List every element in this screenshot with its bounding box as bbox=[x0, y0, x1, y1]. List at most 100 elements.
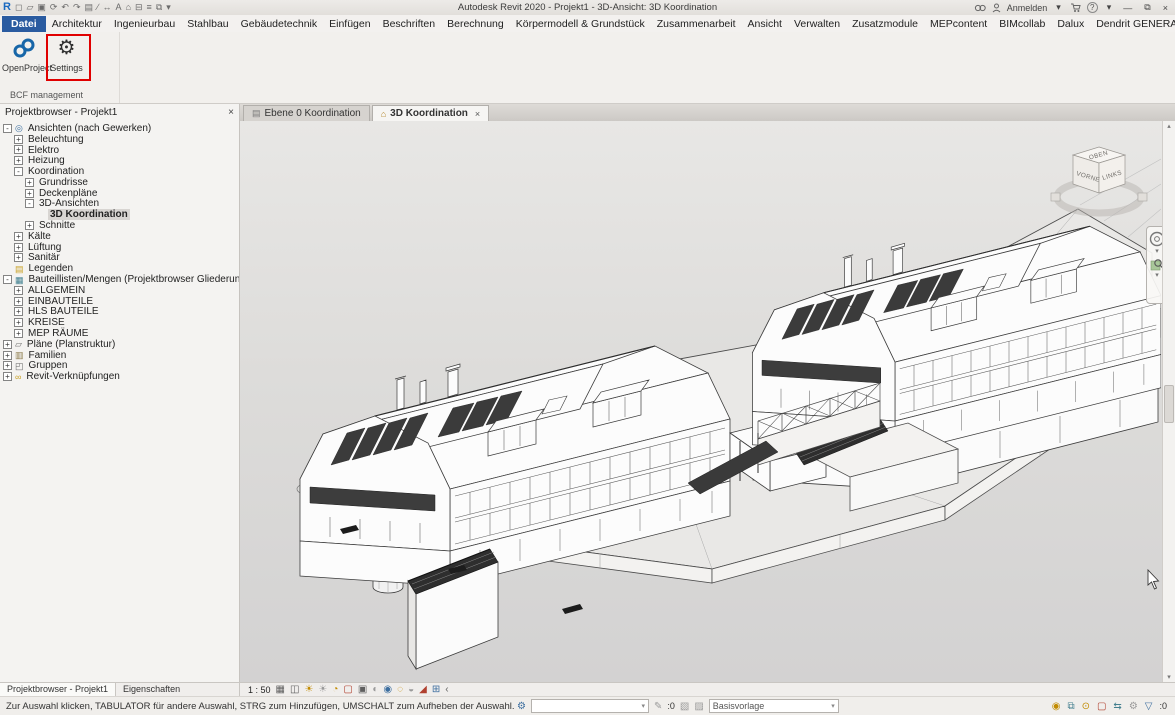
tree-item-schnitte[interactable]: +Schnitte bbox=[0, 220, 239, 231]
tab-zusatzmodule[interactable]: Zusatzmodule bbox=[846, 16, 924, 32]
tree-item-sanitaer[interactable]: +Sanitär bbox=[0, 253, 239, 264]
text-icon[interactable]: A bbox=[116, 0, 122, 15]
wheel-options-caret[interactable]: ▾ bbox=[1155, 249, 1159, 255]
sign-in-caret[interactable]: ▾ bbox=[1053, 2, 1064, 13]
expand-toggle[interactable]: + bbox=[14, 232, 23, 241]
sync-icon[interactable]: ⟳ bbox=[50, 0, 58, 15]
design-options-combobox[interactable]: Basisvorlage ▾ bbox=[709, 699, 839, 713]
expand-toggle[interactable]: + bbox=[3, 372, 12, 381]
measure-icon[interactable]: ∕ bbox=[97, 0, 99, 15]
viewcube[interactable]: OBEN VORNE LINKS bbox=[1049, 141, 1149, 226]
expand-toggle[interactable]: + bbox=[25, 189, 34, 198]
render-icon[interactable]: ◔ bbox=[332, 683, 338, 696]
reveal-hidden-elements-icon[interactable]: ◉ bbox=[383, 683, 392, 696]
help-icon[interactable]: ? bbox=[1087, 2, 1098, 13]
background-processes-icon[interactable]: ⚙ bbox=[1129, 701, 1138, 712]
thin-lines-icon[interactable]: ≡ bbox=[147, 0, 152, 15]
expand-toggle[interactable]: + bbox=[14, 156, 23, 165]
tab-ingenieurbau[interactable]: Ingenieurbau bbox=[108, 16, 181, 32]
close-button[interactable]: × bbox=[1160, 3, 1171, 13]
tree-item-bauteillisten[interactable]: -▦Bauteillisten/Mengen (Projektbrowser G… bbox=[0, 274, 239, 285]
design-options-pick-icon[interactable]: ▨ bbox=[694, 701, 703, 712]
design-options-dialog-icon[interactable]: ▧ bbox=[680, 701, 689, 712]
tree-item-kreise[interactable]: +KREISE bbox=[0, 317, 239, 328]
section-icon[interactable]: ⊟ bbox=[135, 0, 143, 15]
tab-architektur[interactable]: Architektur bbox=[46, 16, 108, 32]
expand-toggle[interactable]: + bbox=[14, 286, 23, 295]
expand-toggle[interactable]: + bbox=[14, 253, 23, 262]
visual-style-icon[interactable]: ◫ bbox=[290, 683, 299, 696]
tree-item-legenden[interactable]: ▤Legenden bbox=[0, 263, 239, 274]
crop-view-icon[interactable]: ▢ bbox=[343, 683, 352, 696]
tab-beschriften[interactable]: Beschriften bbox=[377, 16, 442, 32]
undo-icon[interactable]: ↶ bbox=[61, 0, 69, 15]
tree-item-heizung[interactable]: +Heizung bbox=[0, 155, 239, 166]
tab-dendrit[interactable]: Dendrit GENERATION bbox=[1090, 16, 1175, 32]
tree-item-koordination[interactable]: -Koordination bbox=[0, 166, 239, 177]
select-underlay-icon[interactable]: ⧉ bbox=[1067, 701, 1074, 712]
scroll-up-icon[interactable]: ▴ bbox=[1163, 122, 1175, 130]
tree-item-elektro[interactable]: +Elektro bbox=[0, 145, 239, 156]
expand-toggle[interactable]: - bbox=[25, 199, 34, 208]
worksets-icon[interactable]: ⚙ bbox=[517, 701, 526, 712]
redo-icon[interactable]: ↷ bbox=[73, 0, 81, 15]
drag-on-selection-icon[interactable]: ⇆ bbox=[1113, 701, 1121, 712]
worksharing-display-icon[interactable]: ◒ bbox=[408, 683, 414, 696]
constraints-icon[interactable]: ⊞ bbox=[432, 683, 440, 696]
shadows-icon[interactable]: ☀ bbox=[318, 683, 327, 696]
default-3d-view-icon[interactable]: ⌂ bbox=[126, 0, 131, 15]
expand-toggle[interactable]: - bbox=[3, 275, 12, 284]
tab-verwalten[interactable]: Verwalten bbox=[788, 16, 846, 32]
tab-berechnung[interactable]: Berechnung bbox=[441, 16, 510, 32]
zoom-options-caret[interactable]: ▾ bbox=[1155, 273, 1159, 279]
bottom-tab-eigenschaften[interactable]: Eigenschaften bbox=[116, 683, 187, 696]
tab-datei[interactable]: Datei bbox=[2, 16, 46, 32]
tree-item-gruppen[interactable]: +◰Gruppen bbox=[0, 361, 239, 372]
selection-filter-icon[interactable]: ▽ bbox=[1145, 701, 1153, 712]
restore-button[interactable]: ⧉ bbox=[1141, 2, 1153, 13]
expand-toggle[interactable]: + bbox=[3, 361, 12, 370]
tab-zusammenarbeit[interactable]: Zusammenarbeit bbox=[651, 16, 742, 32]
displacement-icon[interactable]: ◢ bbox=[419, 683, 427, 696]
workset-combobox[interactable]: ▾ bbox=[531, 699, 649, 713]
print-icon[interactable]: ▤ bbox=[85, 0, 94, 15]
scroll-down-icon[interactable]: ▾ bbox=[1163, 673, 1175, 681]
tab-ansicht[interactable]: Ansicht bbox=[742, 16, 788, 32]
view-tab-3d-koordination[interactable]: ⌂ 3D Koordination × bbox=[372, 105, 489, 121]
sun-path-icon[interactable]: ☀ bbox=[304, 683, 313, 696]
expand-toggle[interactable]: - bbox=[3, 124, 12, 133]
open-icon[interactable]: ▱ bbox=[26, 0, 33, 15]
revit-logo-icon[interactable]: R bbox=[3, 0, 11, 15]
view-tab-ebene0[interactable]: ▤ Ebene 0 Koordination bbox=[243, 105, 370, 121]
tab-koerpermodell[interactable]: Körpermodell & Grundstück bbox=[510, 16, 651, 32]
minimize-button[interactable]: — bbox=[1120, 3, 1135, 13]
tree-item-einbauteile[interactable]: +EINBAUTEILE bbox=[0, 296, 239, 307]
tree-item-lueftung[interactable]: +Lüftung bbox=[0, 242, 239, 253]
expand-toggle[interactable]: + bbox=[14, 135, 23, 144]
scale-button[interactable]: 1 : 50 bbox=[248, 685, 271, 695]
model-canvas[interactable]: OBEN VORNE LINKS ▾ ▾ bbox=[240, 121, 1175, 682]
qat-customize-caret[interactable]: ▾ bbox=[166, 0, 171, 15]
tab-gebaeudetechnik[interactable]: Gebäudetechnik bbox=[235, 16, 323, 32]
tab-bimcollab[interactable]: BIMcollab bbox=[993, 16, 1051, 32]
tree-item-grundrisse[interactable]: +Grundrisse bbox=[0, 177, 239, 188]
editing-requests-icon[interactable]: ✎ bbox=[654, 701, 662, 712]
tree-item-beleuchtung[interactable]: +Beleuchtung bbox=[0, 134, 239, 145]
tab-mepcontent[interactable]: MEPcontent bbox=[924, 16, 993, 32]
expand-toggle[interactable]: + bbox=[3, 351, 12, 360]
expand-toggle[interactable]: + bbox=[14, 297, 23, 306]
tab-stahlbau[interactable]: Stahlbau bbox=[181, 16, 234, 32]
tree-item-hls-bauteile[interactable]: +HLS BAUTEILE bbox=[0, 307, 239, 318]
help-caret[interactable]: ▾ bbox=[1104, 2, 1115, 13]
tree-item-mep-raeume[interactable]: +MEP RÄUME bbox=[0, 328, 239, 339]
temporary-isolate-icon[interactable]: ◌ bbox=[397, 683, 403, 696]
switch-windows-icon[interactable]: ⧉ bbox=[156, 0, 162, 15]
project-browser-close-icon[interactable]: × bbox=[228, 107, 234, 118]
dimension-icon[interactable]: ↔ bbox=[103, 0, 112, 15]
expand-toggle[interactable]: + bbox=[14, 329, 23, 338]
viewcube-ring-handle[interactable] bbox=[1138, 193, 1147, 201]
tab-einfuegen[interactable]: Einfügen bbox=[323, 16, 376, 32]
expand-toggle[interactable]: + bbox=[14, 307, 23, 316]
expand-toggle[interactable]: + bbox=[14, 243, 23, 252]
openproject-button[interactable]: OpenProject bbox=[2, 35, 45, 73]
